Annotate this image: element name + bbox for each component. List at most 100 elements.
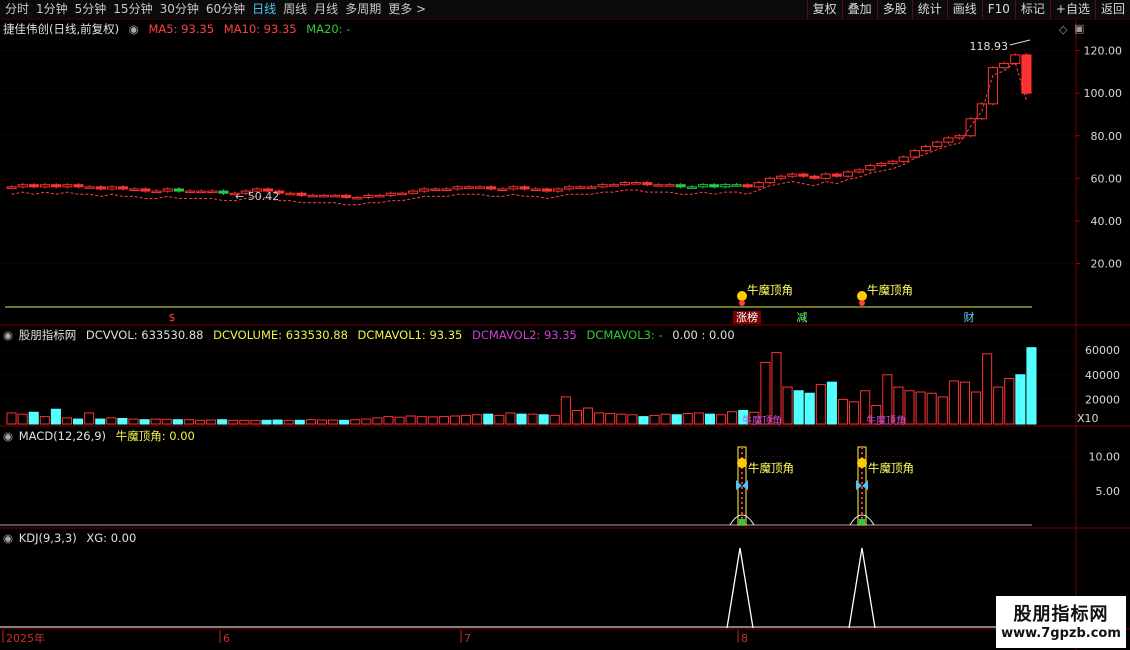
candle-body	[709, 184, 720, 188]
settings-circle-icon[interactable]: ◉	[3, 328, 13, 342]
high-price-marker: 118.93	[970, 40, 1009, 53]
volume-bar	[959, 381, 970, 425]
candle-body	[854, 169, 865, 173]
vol-y-tick: 40000	[1085, 369, 1120, 382]
candle-body	[39, 184, 51, 188]
candle-body	[1010, 54, 1021, 64]
coin-icon	[857, 291, 867, 301]
volume-bar	[150, 418, 161, 425]
candle-body	[318, 194, 329, 198]
volume-bar	[538, 414, 549, 425]
candle-body	[831, 173, 842, 177]
dcvvol-label: DCVVOL: 633530.88	[85, 328, 204, 342]
coin-icon	[737, 458, 747, 468]
kline-chart-canvas[interactable]: 120.00 100.00 80.00 60.00 40.00 20.00 118.93 ← …	[0, 0, 1130, 650]
candle-body	[909, 150, 920, 158]
volume-bar	[571, 409, 582, 425]
volume-bar	[84, 412, 95, 425]
candle-body	[720, 184, 731, 188]
vol-y-tick: 60000	[1085, 344, 1120, 357]
candle-body	[363, 194, 374, 198]
volume-bar	[605, 413, 616, 425]
settings-circle-icon[interactable]: ◉	[3, 429, 13, 443]
volume-bar	[39, 416, 50, 425]
volume-bar	[970, 391, 982, 425]
candle-body	[519, 186, 530, 190]
candle-body	[865, 165, 876, 171]
xg-spike	[726, 547, 754, 629]
volume-bar	[804, 392, 815, 425]
kdj-panel-header: ◉ KDJ(9,3,3) XG: 0.00	[3, 531, 142, 545]
candle-body	[463, 186, 474, 189]
macd-green-marker	[739, 519, 745, 525]
window-toggle-icon[interactable]: ▣	[1074, 22, 1084, 35]
volume-bar	[305, 419, 316, 425]
ma-line	[11, 61, 1027, 206]
y-tick-label: 40.00	[1091, 215, 1123, 228]
volume-bar	[793, 390, 804, 425]
volume-bar	[1015, 374, 1026, 425]
volume-bar	[239, 419, 250, 425]
volume-bar	[627, 414, 638, 425]
volume-bar	[483, 413, 494, 425]
candle-body	[17, 184, 28, 188]
ma20-label: MA20: -	[306, 22, 351, 36]
candle-body	[731, 184, 742, 187]
volume-bar	[716, 414, 727, 425]
candle-body	[218, 190, 229, 194]
macd-green-marker	[859, 519, 865, 525]
volume-bar	[771, 352, 782, 425]
candle-body	[441, 188, 452, 191]
volume-bar	[294, 419, 305, 425]
date-label: 7	[464, 632, 471, 645]
y-tick-label: 80.00	[1091, 130, 1123, 143]
signal-dot	[859, 300, 865, 306]
candle-body	[6, 186, 17, 189]
candle-body	[809, 175, 820, 179]
candle-body	[486, 186, 497, 190]
diamond-icon[interactable]: ◇	[1059, 23, 1067, 36]
date-label: 6	[223, 632, 230, 645]
macd-indicator-name: MACD(12,26,9)	[18, 429, 107, 443]
volume-bar	[427, 416, 438, 425]
candle-body	[664, 184, 675, 187]
candle-body	[329, 194, 341, 198]
volume-bar	[582, 407, 594, 425]
volume-bar	[638, 416, 649, 425]
volume-bar	[1004, 377, 1015, 425]
volume-bar	[837, 398, 849, 425]
candle-body	[162, 188, 173, 192]
volume-bar	[727, 411, 738, 425]
volume-bar	[782, 386, 793, 425]
volume-bar	[826, 381, 837, 425]
volume-bar	[117, 417, 128, 425]
dcmavol2-label: DCMAVOL2: 93.35	[472, 328, 577, 342]
y-tick-label: 20.00	[1091, 257, 1123, 270]
vol-unit-label: X10	[1077, 412, 1099, 425]
volume-bar	[250, 419, 261, 425]
candle-body	[820, 173, 831, 179]
low-price-marker: ← 50.42	[235, 190, 279, 203]
volume-bar	[361, 418, 372, 425]
volume-bar	[228, 419, 239, 425]
settings-circle-icon[interactable]: ◉	[3, 531, 13, 545]
candle-body	[140, 188, 151, 192]
candle-body	[530, 188, 541, 191]
candle-body	[887, 160, 898, 164]
signal-label: 牛魔顶角	[867, 283, 913, 297]
settings-circle-icon[interactable]: ◉	[129, 22, 139, 36]
candle-body	[842, 171, 854, 177]
candle-body	[898, 156, 909, 162]
coin-icon	[737, 291, 747, 301]
volume-bar	[760, 361, 771, 425]
watermark-url: www.7gpzb.com	[1001, 626, 1121, 641]
volume-bar	[194, 419, 206, 425]
marker-dollar: $	[169, 311, 176, 324]
vol-y-tick: 20000	[1085, 393, 1120, 406]
marker-badge: 减	[797, 311, 808, 324]
kdj-value-label: XG: 0.00	[86, 531, 137, 545]
candle-body	[1021, 54, 1032, 94]
volume-bar	[948, 380, 959, 425]
candle-body	[452, 186, 463, 190]
candle-body	[776, 175, 787, 179]
